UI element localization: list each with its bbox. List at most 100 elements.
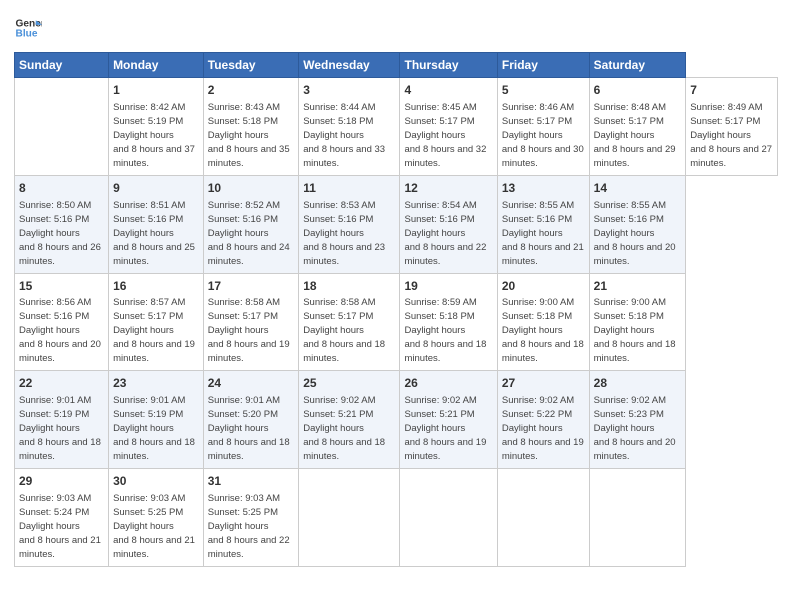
day-info: Sunrise: 8:58 AMSunset: 5:17 PMDaylight … [208,297,290,364]
calendar-cell: 20 Sunrise: 9:00 AMSunset: 5:18 PMDaylig… [497,273,589,371]
day-info: Sunrise: 8:42 AMSunset: 5:19 PMDaylight … [113,102,195,169]
day-number: 1 [113,82,199,99]
day-info: Sunrise: 8:46 AMSunset: 5:17 PMDaylight … [502,102,584,169]
logo-icon: General Blue [14,14,42,42]
calendar-week-5: 29 Sunrise: 9:03 AMSunset: 5:24 PMDaylig… [15,469,778,567]
day-number: 24 [208,375,294,392]
day-number: 8 [19,180,104,197]
day-info: Sunrise: 9:01 AMSunset: 5:19 PMDaylight … [19,395,101,462]
day-info: Sunrise: 9:03 AMSunset: 5:25 PMDaylight … [208,493,290,560]
calendar-cell: 7 Sunrise: 8:49 AMSunset: 5:17 PMDayligh… [686,78,778,176]
calendar-cell: 23 Sunrise: 9:01 AMSunset: 5:19 PMDaylig… [109,371,204,469]
day-number: 12 [404,180,492,197]
day-number: 30 [113,473,199,490]
day-info: Sunrise: 8:51 AMSunset: 5:16 PMDaylight … [113,200,195,267]
day-info: Sunrise: 9:00 AMSunset: 5:18 PMDaylight … [502,297,584,364]
day-number: 6 [594,82,682,99]
svg-text:Blue: Blue [16,29,38,40]
day-number: 13 [502,180,585,197]
day-number: 14 [594,180,682,197]
day-info: Sunrise: 8:49 AMSunset: 5:17 PMDaylight … [690,102,772,169]
calendar-cell [299,469,400,567]
day-info: Sunrise: 8:56 AMSunset: 5:16 PMDaylight … [19,297,101,364]
day-number: 18 [303,278,395,295]
calendar-cell: 31 Sunrise: 9:03 AMSunset: 5:25 PMDaylig… [203,469,298,567]
calendar-cell: 16 Sunrise: 8:57 AMSunset: 5:17 PMDaylig… [109,273,204,371]
day-number: 9 [113,180,199,197]
calendar-header-row: SundayMondayTuesdayWednesdayThursdayFrid… [15,53,778,78]
day-number: 7 [690,82,773,99]
day-number: 5 [502,82,585,99]
calendar-cell: 13 Sunrise: 8:55 AMSunset: 5:16 PMDaylig… [497,175,589,273]
day-info: Sunrise: 8:59 AMSunset: 5:18 PMDaylight … [404,297,486,364]
day-info: Sunrise: 9:01 AMSunset: 5:20 PMDaylight … [208,395,290,462]
calendar-cell: 19 Sunrise: 8:59 AMSunset: 5:18 PMDaylig… [400,273,497,371]
calendar-cell: 12 Sunrise: 8:54 AMSunset: 5:16 PMDaylig… [400,175,497,273]
day-number: 31 [208,473,294,490]
day-number: 25 [303,375,395,392]
day-number: 4 [404,82,492,99]
calendar-cell: 14 Sunrise: 8:55 AMSunset: 5:16 PMDaylig… [589,175,686,273]
column-header-friday: Friday [497,53,589,78]
header: General Blue [14,14,778,42]
day-info: Sunrise: 9:03 AMSunset: 5:24 PMDaylight … [19,493,101,560]
day-number: 28 [594,375,682,392]
day-number: 10 [208,180,294,197]
calendar-week-2: 8 Sunrise: 8:50 AMSunset: 5:16 PMDayligh… [15,175,778,273]
day-info: Sunrise: 8:55 AMSunset: 5:16 PMDaylight … [594,200,676,267]
calendar-cell-empty [15,78,109,176]
calendar-cell: 24 Sunrise: 9:01 AMSunset: 5:20 PMDaylig… [203,371,298,469]
calendar-cell: 28 Sunrise: 9:02 AMSunset: 5:23 PMDaylig… [589,371,686,469]
calendar-week-3: 15 Sunrise: 8:56 AMSunset: 5:16 PMDaylig… [15,273,778,371]
calendar-cell: 3 Sunrise: 8:44 AMSunset: 5:18 PMDayligh… [299,78,400,176]
calendar-cell: 25 Sunrise: 9:02 AMSunset: 5:21 PMDaylig… [299,371,400,469]
column-header-monday: Monday [109,53,204,78]
day-number: 3 [303,82,395,99]
day-info: Sunrise: 9:02 AMSunset: 5:23 PMDaylight … [594,395,676,462]
day-number: 26 [404,375,492,392]
day-info: Sunrise: 8:53 AMSunset: 5:16 PMDaylight … [303,200,385,267]
day-info: Sunrise: 9:02 AMSunset: 5:21 PMDaylight … [404,395,486,462]
day-info: Sunrise: 9:03 AMSunset: 5:25 PMDaylight … [113,493,195,560]
day-info: Sunrise: 8:57 AMSunset: 5:17 PMDaylight … [113,297,195,364]
calendar-cell: 26 Sunrise: 9:02 AMSunset: 5:21 PMDaylig… [400,371,497,469]
day-info: Sunrise: 8:48 AMSunset: 5:17 PMDaylight … [594,102,676,169]
calendar-cell: 5 Sunrise: 8:46 AMSunset: 5:17 PMDayligh… [497,78,589,176]
calendar-body: 1 Sunrise: 8:42 AMSunset: 5:19 PMDayligh… [15,78,778,567]
day-number: 29 [19,473,104,490]
calendar-cell: 1 Sunrise: 8:42 AMSunset: 5:19 PMDayligh… [109,78,204,176]
day-number: 23 [113,375,199,392]
calendar-cell [589,469,686,567]
day-info: Sunrise: 9:00 AMSunset: 5:18 PMDaylight … [594,297,676,364]
day-info: Sunrise: 8:43 AMSunset: 5:18 PMDaylight … [208,102,290,169]
calendar-cell: 21 Sunrise: 9:00 AMSunset: 5:18 PMDaylig… [589,273,686,371]
day-number: 2 [208,82,294,99]
day-number: 11 [303,180,395,197]
day-number: 27 [502,375,585,392]
day-number: 19 [404,278,492,295]
calendar-table: SundayMondayTuesdayWednesdayThursdayFrid… [14,52,778,567]
day-info: Sunrise: 8:50 AMSunset: 5:16 PMDaylight … [19,200,101,267]
day-info: Sunrise: 8:55 AMSunset: 5:16 PMDaylight … [502,200,584,267]
calendar-cell: 22 Sunrise: 9:01 AMSunset: 5:19 PMDaylig… [15,371,109,469]
day-info: Sunrise: 9:02 AMSunset: 5:22 PMDaylight … [502,395,584,462]
calendar-cell: 6 Sunrise: 8:48 AMSunset: 5:17 PMDayligh… [589,78,686,176]
day-number: 15 [19,278,104,295]
day-number: 20 [502,278,585,295]
column-header-tuesday: Tuesday [203,53,298,78]
calendar-cell: 15 Sunrise: 8:56 AMSunset: 5:16 PMDaylig… [15,273,109,371]
calendar-cell: 11 Sunrise: 8:53 AMSunset: 5:16 PMDaylig… [299,175,400,273]
day-number: 16 [113,278,199,295]
calendar-cell: 2 Sunrise: 8:43 AMSunset: 5:18 PMDayligh… [203,78,298,176]
day-info: Sunrise: 8:54 AMSunset: 5:16 PMDaylight … [404,200,486,267]
calendar-cell: 30 Sunrise: 9:03 AMSunset: 5:25 PMDaylig… [109,469,204,567]
calendar-cell: 9 Sunrise: 8:51 AMSunset: 5:16 PMDayligh… [109,175,204,273]
day-number: 17 [208,278,294,295]
day-info: Sunrise: 8:45 AMSunset: 5:17 PMDaylight … [404,102,486,169]
calendar-cell: 27 Sunrise: 9:02 AMSunset: 5:22 PMDaylig… [497,371,589,469]
calendar-cell: 17 Sunrise: 8:58 AMSunset: 5:17 PMDaylig… [203,273,298,371]
calendar-cell: 29 Sunrise: 9:03 AMSunset: 5:24 PMDaylig… [15,469,109,567]
calendar-cell: 4 Sunrise: 8:45 AMSunset: 5:17 PMDayligh… [400,78,497,176]
day-info: Sunrise: 8:58 AMSunset: 5:17 PMDaylight … [303,297,385,364]
calendar-week-1: 1 Sunrise: 8:42 AMSunset: 5:19 PMDayligh… [15,78,778,176]
